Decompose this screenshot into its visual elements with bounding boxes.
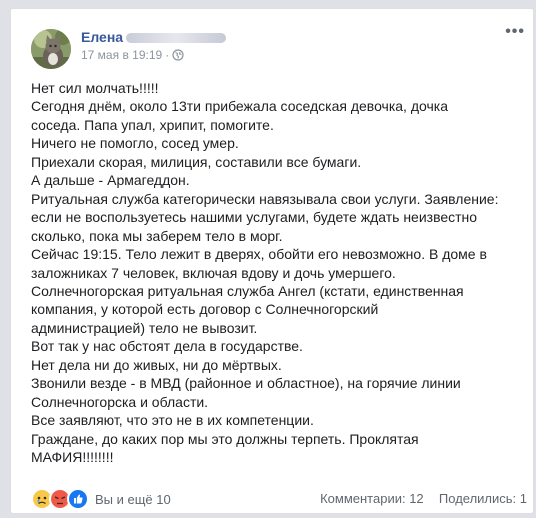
cat-photo-icon — [31, 29, 71, 69]
post-text-line: Приехали скорая, милиция, составили все … — [31, 153, 362, 170]
more-options-icon[interactable]: ••• — [505, 23, 525, 41]
post-text-line: Ритуальная служба категорически навязыва… — [31, 190, 499, 207]
post-text-line: сколько, пока мы заберем тело в морг. — [31, 227, 283, 244]
post-text-line: компания, у которой есть договор с Солне… — [31, 301, 379, 318]
reactions-count[interactable]: Вы и ещё 10 — [95, 492, 171, 507]
post-text-line: администрацией) тело не вывозит. — [31, 319, 258, 336]
post-text-line: Нет дела ни до живых, ни до мёртвых. — [31, 356, 282, 373]
post-text: Нет сил молчать!!!!! Сегодня днём, около … — [31, 79, 529, 467]
post-text-line: Сейчас 19:15. Тело лежит в дверях, обойт… — [31, 246, 487, 263]
post-text-line: Сегодня днём, около 13ти прибежала сосед… — [31, 98, 448, 115]
post-text-line: Вот так у нас обстоят дела в государстве… — [31, 338, 303, 355]
comments-count[interactable]: Комментарии: 12 — [320, 491, 424, 506]
like-icon — [67, 488, 89, 510]
post-text-line: МАФИЯ!!!!!!!! — [31, 449, 114, 466]
post-text-line: Ничего не помогло, сосед умер. — [31, 135, 239, 152]
post-text-line: Солнечногорская ритуальная служба Ангел … — [31, 282, 464, 299]
post-date[interactable]: 17 мая в 19:19 — [81, 48, 162, 62]
author-first-name[interactable]: Елена — [81, 29, 123, 45]
post-text-line: Нет сил молчать!!!!! — [31, 80, 159, 96]
post-meta: 17 мая в 19:19 · — [81, 48, 184, 62]
post-text-line: Все заявляют, что это не в их компетенци… — [31, 412, 314, 429]
engagement-counts: Комментарии: 12 Поделились: 1 — [320, 491, 527, 506]
post-text-line: соседа. Папа упал, хрипит, помогите. — [31, 116, 274, 133]
author-name[interactable]: Елена — [81, 29, 227, 45]
meta-separator: · — [165, 48, 170, 62]
avatar[interactable] — [31, 29, 71, 69]
reactions-summary[interactable]: Вы и ещё 10 — [31, 488, 171, 510]
post-text-line: Звонили везде - в МВД (районное и област… — [31, 375, 461, 392]
post-card: Елена 17 мая в 19:19 · ••• Нет сил молча… — [10, 8, 534, 514]
post-text-line: заложниках 7 человек, включая вдову и до… — [31, 264, 396, 281]
post-text-line: Солнечногорска и области. — [31, 393, 209, 410]
globe-icon[interactable] — [172, 49, 184, 61]
post-text-line: если не воспользуетесь нашими услугами, … — [31, 209, 478, 226]
author-surname-blur — [126, 33, 227, 44]
shares-count[interactable]: Поделились: 1 — [439, 491, 527, 506]
post-text-line: Граждане, до каких пор мы это должны тер… — [31, 430, 419, 447]
post-text-line: А дальше - Армагеддон. — [31, 172, 190, 189]
